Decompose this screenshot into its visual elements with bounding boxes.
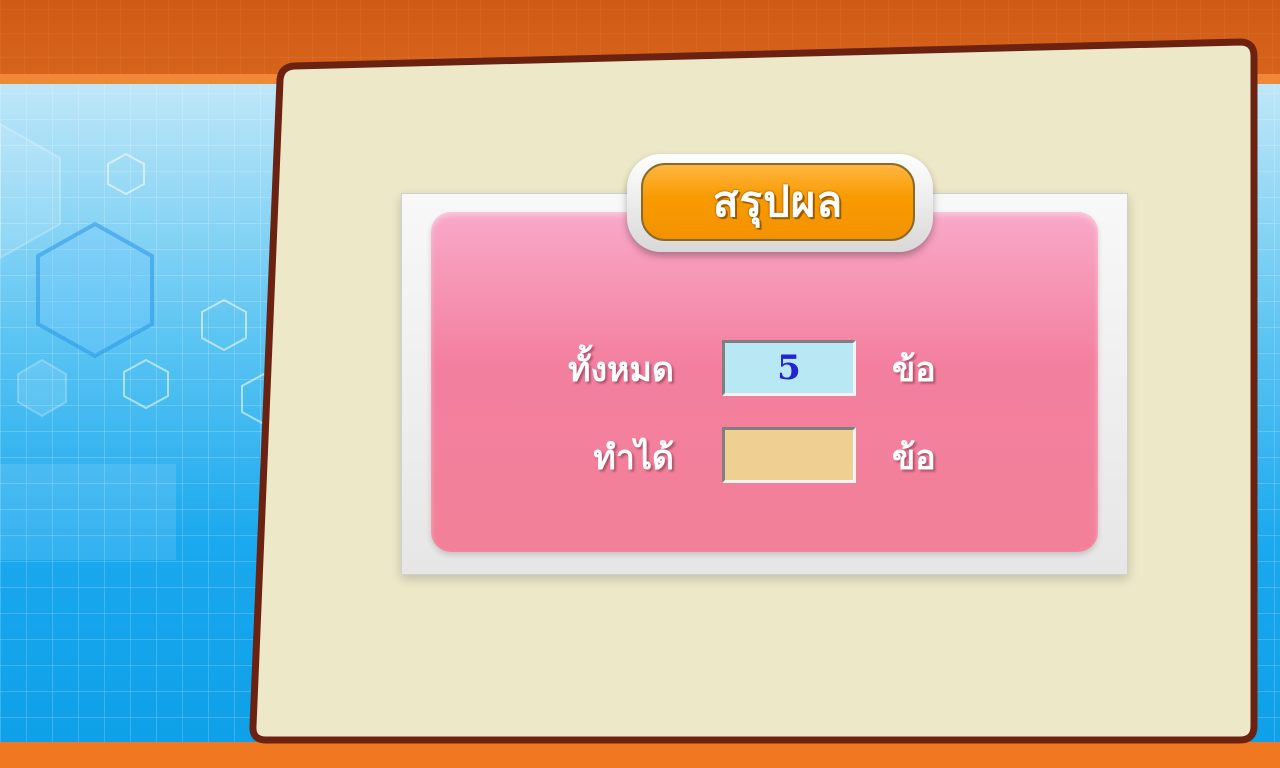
total-label: ทั้งหมด [568,350,674,390]
summary-title: สรุปผล [712,177,844,226]
total-value: 5 [777,348,801,388]
score-unit-label: ข้อ [892,438,936,478]
total-unit-label: ข้อ [892,350,936,390]
score-label: ทำได้ [593,438,674,478]
title-badge: สรุปผล [641,163,915,241]
total-value-box: 5 [722,340,856,396]
score-value-box [722,427,856,483]
